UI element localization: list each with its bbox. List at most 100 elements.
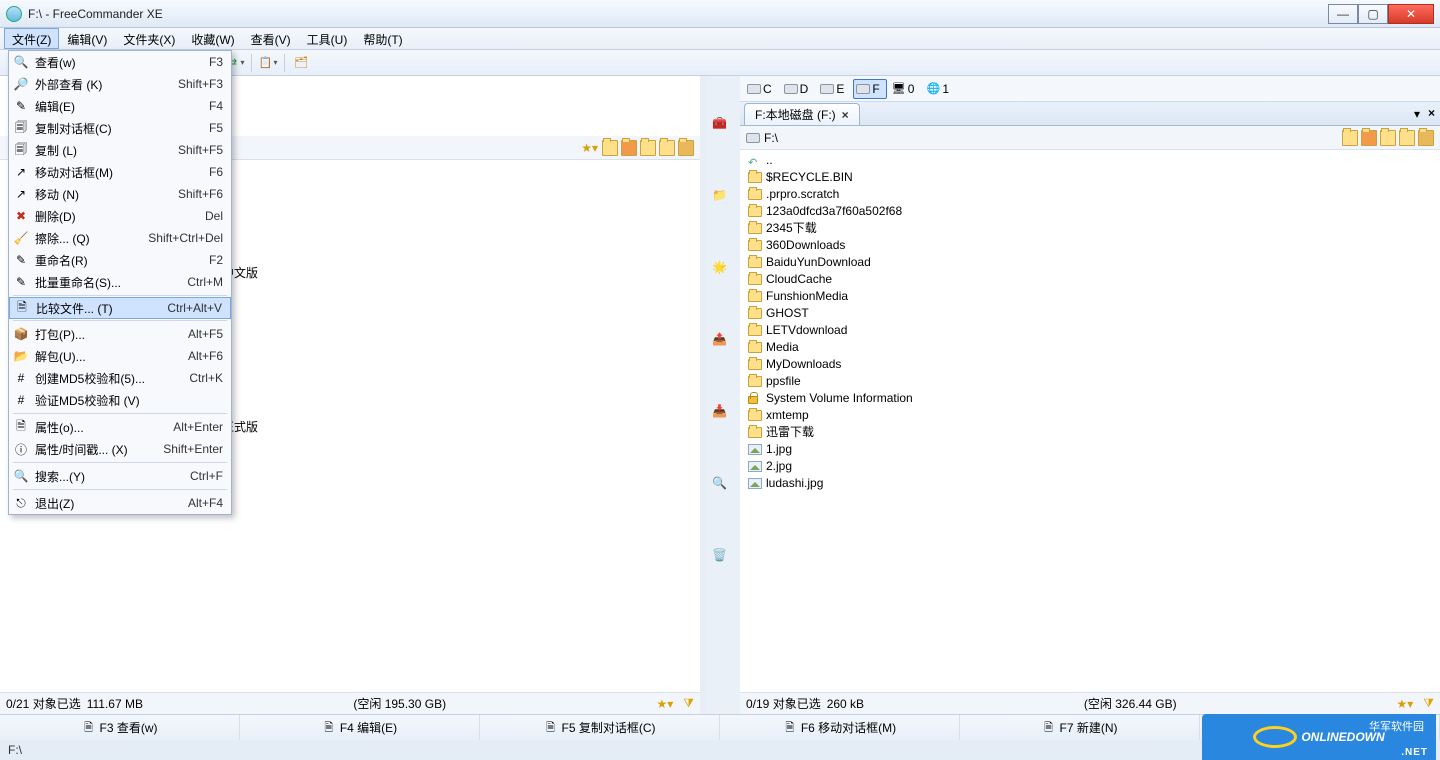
hotkey-button[interactable]: 🗎F5 复制对话框(C) xyxy=(480,715,720,741)
drive-button[interactable]: E xyxy=(817,79,851,99)
menu-item[interactable]: 🗐复制 (L)Shift+F5 xyxy=(9,139,231,161)
menu-help[interactable]: 帮助(T) xyxy=(355,28,410,49)
list-item[interactable]: LETVdownload xyxy=(748,322,1432,339)
menu-separator xyxy=(13,295,227,296)
menu-item[interactable]: 🧹擦除... (Q)Shift+Ctrl+Del xyxy=(9,227,231,249)
list-item[interactable]: FunshionMedia xyxy=(748,288,1432,305)
menu-item[interactable]: ✎编辑(E)F4 xyxy=(9,95,231,117)
right-tab[interactable]: F:本地磁盘 (F:) × xyxy=(744,103,860,125)
list-item[interactable]: System Volume Information xyxy=(748,390,1432,407)
menu-item[interactable]: #创建MD5校验和(5)...Ctrl+K xyxy=(9,367,231,389)
folder-icon[interactable] xyxy=(1399,130,1415,146)
menu-item[interactable]: 🗎属性(o)...Alt+Enter xyxy=(9,416,231,438)
folder-action-icon[interactable]: 📁 xyxy=(712,188,734,210)
menu-item-label: 比较文件... (T) xyxy=(36,300,113,317)
list-item[interactable]: 1.jpg xyxy=(748,441,1432,458)
recycle-bin-icon[interactable]: 🗑️ xyxy=(712,548,734,570)
menu-item[interactable]: 🔍查看(w)F3 xyxy=(9,51,231,73)
list-item[interactable]: BaiduYunDownload xyxy=(748,254,1432,271)
menu-edit[interactable]: 编辑(V) xyxy=(59,28,115,49)
filter-icon[interactable] xyxy=(1423,696,1434,711)
folder-icon[interactable] xyxy=(659,140,675,156)
magnifier-icon[interactable]: 🔍 xyxy=(712,476,734,498)
menu-item[interactable]: 📂解包(U)...Alt+F6 xyxy=(9,345,231,367)
list-item[interactable]: .prpro.scratch xyxy=(748,186,1432,203)
drive-letter: D xyxy=(800,82,809,96)
hotkey-icon: 🗎 xyxy=(783,721,797,735)
hotkey-icon: 🗎 xyxy=(322,721,336,735)
settings-icon[interactable]: 🗂 xyxy=(290,52,312,74)
favorite-icon[interactable]: ★▾ xyxy=(1396,697,1413,711)
list-item[interactable]: Media xyxy=(748,339,1432,356)
right-filelist[interactable]: ..$RECYCLE.BIN.prpro.scratch123a0dfcd3a7… xyxy=(740,150,1440,692)
menu-view[interactable]: 查看(V) xyxy=(243,28,299,49)
list-item[interactable]: 360Downloads xyxy=(748,237,1432,254)
menu-item[interactable]: 🗎比较文件... (T)Ctrl+Alt+V xyxy=(9,297,231,319)
right-path[interactable]: F:\ xyxy=(746,131,1342,145)
drive-button[interactable]: C xyxy=(744,79,779,99)
folder-icon[interactable] xyxy=(678,140,694,156)
favorites-star-icon[interactable]: 🌟 xyxy=(712,260,734,282)
menu-item[interactable]: ↗移动 (N)Shift+F6 xyxy=(9,183,231,205)
list-item[interactable]: $RECYCLE.BIN xyxy=(748,169,1432,186)
menu-item[interactable]: ⎋退出(Z)Alt+F4 xyxy=(9,492,231,514)
list-item[interactable]: CloudCache xyxy=(748,271,1432,288)
list-item[interactable]: ludashi.jpg xyxy=(748,475,1432,492)
close-all-tabs-icon[interactable]: × xyxy=(1428,106,1435,120)
menu-item[interactable]: ✎批量重命名(S)...Ctrl+M xyxy=(9,271,231,293)
drive-button[interactable]: D xyxy=(781,79,816,99)
list-item[interactable]: xmtemp xyxy=(748,407,1432,424)
folder-icon[interactable] xyxy=(602,140,618,156)
menu-folder[interactable]: 文件夹(X) xyxy=(115,28,183,49)
favorite-icon[interactable]: ★▾ xyxy=(581,141,598,155)
drive-button[interactable]: F xyxy=(853,79,886,99)
folder-icon xyxy=(748,409,762,423)
menu-tools[interactable]: 工具(U) xyxy=(299,28,356,49)
list-item[interactable]: 迅雷下载 xyxy=(748,424,1432,441)
paste-icon[interactable]: 📋▾ xyxy=(257,52,279,74)
move-right-icon[interactable]: 📥 xyxy=(712,404,734,426)
menu-item[interactable]: #验证MD5校验和 (V) xyxy=(9,389,231,411)
menu-file[interactable]: 文件(Z) xyxy=(4,28,59,49)
list-item[interactable]: ppsfile xyxy=(748,373,1432,390)
menu-item[interactable]: 🔍搜索...(Y)Ctrl+F xyxy=(9,465,231,487)
minimize-button[interactable]: — xyxy=(1328,4,1358,24)
drive-button[interactable]: 🖥0 xyxy=(889,79,922,99)
list-item[interactable]: GHOST xyxy=(748,305,1432,322)
list-item[interactable]: 2.jpg xyxy=(748,458,1432,475)
close-icon[interactable]: × xyxy=(842,108,849,122)
toolbox-icon[interactable]: 🧰 xyxy=(712,116,734,138)
menu-item[interactable]: 📦打包(P)...Alt+F5 xyxy=(9,323,231,345)
menu-item-icon: ⎋ xyxy=(13,495,29,511)
folder-icon[interactable] xyxy=(1418,130,1434,146)
file-name: 360Downloads xyxy=(766,237,845,254)
folder-orange-icon[interactable] xyxy=(621,140,637,156)
list-item[interactable]: .. xyxy=(748,152,1432,169)
hotkey-button[interactable]: 🗎F4 编辑(E) xyxy=(240,715,480,741)
list-item[interactable]: MyDownloads xyxy=(748,356,1432,373)
list-item[interactable]: 123a0dfcd3a7f60a502f68 xyxy=(748,203,1432,220)
folder-orange-icon[interactable] xyxy=(1361,130,1377,146)
menu-item[interactable]: ⓘ属性/时间戳... (X)Shift+Enter xyxy=(9,438,231,460)
hotkey-button[interactable]: 🗎F3 查看(w) xyxy=(0,715,240,741)
folder-icon[interactable] xyxy=(1342,130,1358,146)
menu-item[interactable]: ✎重命名(R)F2 xyxy=(9,249,231,271)
folder-icon[interactable] xyxy=(1380,130,1396,146)
folder-icon[interactable] xyxy=(640,140,656,156)
menu-item[interactable]: 🗐复制对话框(C)F5 xyxy=(9,117,231,139)
list-item[interactable]: 2345下载 xyxy=(748,220,1432,237)
drive-button[interactable]: 🌐1 xyxy=(923,79,956,99)
menu-favorites[interactable]: 收藏(W) xyxy=(183,28,242,49)
move-left-icon[interactable]: 📤 xyxy=(712,332,734,354)
menu-item[interactable]: ↗移动对话框(M)F6 xyxy=(9,161,231,183)
maximize-button[interactable]: ▢ xyxy=(1358,4,1388,24)
tab-dropdown-icon[interactable]: ▾ xyxy=(1414,107,1420,121)
menu-item[interactable]: 🔎外部查看 (K)Shift+F3 xyxy=(9,73,231,95)
close-button[interactable]: ✕ xyxy=(1388,4,1434,24)
menu-item-icon: 🔎 xyxy=(13,76,29,92)
menu-item[interactable]: ✖删除(D)Del xyxy=(9,205,231,227)
hotkey-button[interactable]: 🗎F6 移动对话框(M) xyxy=(720,715,960,741)
hotkey-button[interactable]: 🗎F7 新建(N) xyxy=(960,715,1200,741)
filter-icon[interactable] xyxy=(683,696,694,711)
favorite-icon[interactable]: ★▾ xyxy=(656,697,673,711)
